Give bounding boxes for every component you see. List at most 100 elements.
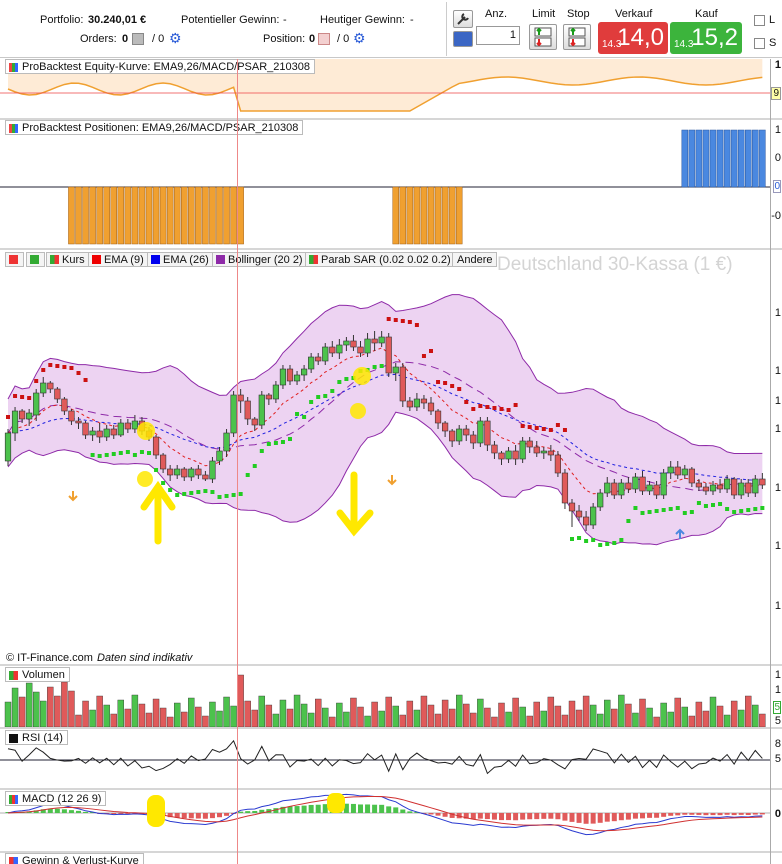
orders-gear-icon[interactable]: ⚙	[169, 30, 182, 47]
macd-histogram-bar	[188, 813, 194, 819]
panel-separator[interactable]	[0, 664, 782, 666]
macd-histogram-bar	[202, 813, 208, 819]
limit-order-button[interactable]	[529, 24, 557, 50]
psar-dot	[203, 489, 208, 493]
add-indicator-icon[interactable]	[26, 252, 45, 267]
quantity-label: Anz.	[485, 8, 508, 20]
volume-bar-down	[561, 714, 569, 727]
legend-psar[interactable]: Parab SAR (0.02 0.02 0.2)	[305, 252, 456, 267]
macd-chart	[0, 793, 770, 836]
candle-down	[110, 428, 117, 436]
psar-dot	[689, 510, 694, 514]
price-chart	[4, 294, 766, 547]
macd-histogram-bar	[541, 813, 547, 819]
macd-histogram-bar	[400, 809, 406, 813]
volume-bar-up	[230, 705, 237, 727]
candle-down	[449, 430, 456, 442]
psar-dot	[302, 415, 307, 419]
candle-down	[385, 336, 392, 374]
limit-label: Limit	[532, 8, 556, 20]
volume-bar-down	[96, 695, 103, 727]
macd-histogram-bar	[209, 813, 215, 819]
keyboard-icon[interactable]	[453, 31, 473, 47]
buy-button[interactable]: 14.3 15,2	[670, 22, 742, 54]
psar-dot	[541, 427, 546, 431]
macd-histogram-bar	[597, 813, 603, 823]
volume-bar-up	[343, 711, 350, 727]
psar-color-icon	[309, 255, 318, 264]
volume-bar-down	[350, 697, 357, 727]
checkbox-s[interactable]	[754, 38, 765, 49]
up-arrow-annotation	[140, 480, 176, 545]
macd-histogram-bar	[407, 811, 413, 813]
volume-bar-up	[738, 709, 745, 727]
legend-kurs[interactable]: Kurs	[46, 252, 90, 267]
checkbox-l[interactable]	[754, 15, 765, 26]
psar-dot	[337, 380, 342, 384]
volume-bar-down	[82, 700, 89, 727]
macd-histogram-bar	[731, 813, 737, 816]
volume-bar-down	[371, 701, 378, 727]
short-position-bar	[96, 186, 103, 245]
rsi-title-text: RSI (14)	[22, 732, 63, 744]
volume-axis-3: 5	[773, 701, 781, 714]
candle-down	[286, 368, 294, 382]
equity-panel-title: ProBacktest Equity-Kurve: EMA9,26/MACD/P…	[5, 59, 315, 74]
candle-down	[47, 382, 54, 390]
candle-up	[279, 368, 287, 386]
macd-histogram-bar	[710, 813, 716, 816]
short-position-bar	[68, 186, 75, 245]
panel-separator[interactable]	[0, 788, 782, 790]
panel-separator[interactable]	[0, 248, 782, 250]
volume-bar-down	[315, 698, 322, 727]
macd-histogram-bar	[618, 813, 624, 821]
position-gear-icon[interactable]: ⚙	[353, 30, 366, 47]
rsi-axis-1: 8	[774, 738, 781, 750]
wrench-icon[interactable]	[453, 10, 473, 28]
psar-dot	[633, 506, 638, 510]
sell-signal-arrow	[387, 475, 397, 486]
short-position-bar	[75, 186, 82, 245]
cancel-orders-icon[interactable]	[132, 33, 144, 45]
panel-separator[interactable]	[0, 727, 782, 729]
psar-dot	[739, 509, 744, 513]
close-position-icon[interactable]	[318, 33, 330, 45]
close-chart-icon[interactable]	[5, 252, 24, 267]
stop-label: Stop	[567, 8, 590, 20]
candle-down	[582, 516, 590, 526]
psar-dot	[527, 425, 532, 429]
candle-down	[18, 410, 26, 420]
volume-bar-down	[237, 674, 244, 727]
legend-other-button[interactable]: Andere	[452, 252, 498, 267]
psar-dot	[182, 492, 187, 496]
stop-order-button[interactable]	[563, 24, 591, 50]
volume-bar-up	[300, 703, 308, 727]
rsi-line	[7, 739, 763, 775]
volume-bar-down	[138, 703, 146, 727]
candle-down	[315, 356, 322, 362]
psar-dot	[485, 405, 490, 409]
volume-bar-up	[752, 704, 759, 727]
volume-bar-up	[4, 701, 12, 727]
candle-up	[632, 476, 639, 490]
legend-bollinger[interactable]: Bollinger (20 2)	[212, 252, 308, 267]
psar-dot	[266, 442, 271, 446]
candle-up	[681, 468, 688, 476]
candle-down	[498, 452, 505, 460]
macd-histogram-bar	[499, 813, 504, 821]
macd-histogram-bar	[752, 813, 758, 815]
volume-bar-up	[604, 699, 611, 727]
psar-dot	[654, 509, 659, 513]
volume-bar-down	[75, 714, 82, 727]
volume-bar-down	[730, 700, 738, 727]
legend-ema9[interactable]: EMA (9)	[88, 252, 149, 267]
highlight-mark	[327, 793, 345, 813]
legend-ema26[interactable]: EMA (26)	[147, 252, 214, 267]
sell-button[interactable]: 14.3 14,0	[598, 22, 668, 54]
quantity-input[interactable]: 1	[476, 26, 520, 45]
instrument-watermark: Deutschland 30-Kassa (1 €)	[497, 254, 733, 275]
psar-dot	[189, 491, 194, 495]
short-position-bar	[209, 186, 216, 245]
macd-histogram-bar	[252, 810, 258, 813]
psar-dot	[316, 395, 321, 399]
